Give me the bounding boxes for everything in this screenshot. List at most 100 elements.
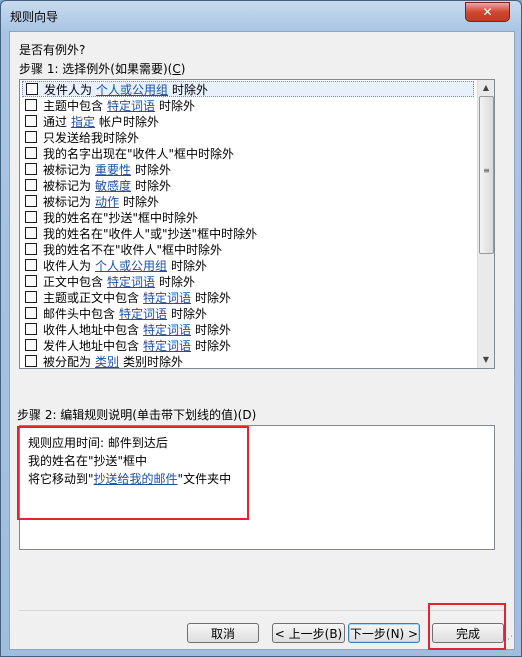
exception-text-suffix: 时除外 [172, 82, 209, 97]
exception-text: 被分配为 [43, 354, 92, 369]
exception-item[interactable]: 被分配为 类别 类别时除外 [22, 353, 474, 369]
exception-link[interactable]: 特定词语 [107, 97, 155, 114]
exception-item[interactable]: 收件人地址中包含 特定词语 时除外 [22, 321, 474, 337]
exception-checkbox[interactable] [25, 243, 37, 255]
exception-checkbox[interactable] [25, 179, 37, 191]
exception-link[interactable]: 个人或公用组 [96, 81, 168, 98]
exception-link[interactable]: 指定 [71, 113, 95, 130]
exception-checkbox[interactable] [25, 131, 37, 143]
exception-text: 被标记为 [43, 162, 92, 177]
exception-link[interactable]: 敏感度 [95, 177, 131, 194]
exception-item[interactable]: 被标记为 重要性 时除外 [22, 161, 474, 177]
description-line: 我的姓名在"抄送"框中 [28, 454, 148, 468]
exception-text: 正文中包含 [43, 274, 104, 289]
exception-text-suffix: 类别时除外 [123, 354, 184, 369]
window-title: 规则向导 [10, 10, 59, 24]
scroll-down-icon[interactable]: ▼ [478, 352, 494, 368]
dialog-body: 是否有例外? 步骤 1: 选择例外(如果需要)(C) 发件人为 个人或公用组 时除外… [9, 31, 515, 650]
exception-text-suffix: 时除外 [171, 306, 208, 321]
exception-text-suffix: 帐户时除外 [99, 114, 160, 129]
exception-link[interactable]: 特定词语 [143, 321, 191, 338]
exception-text-suffix: 时除外 [159, 274, 196, 289]
rule-description-box: 规则应用时间: 邮件到达后 我的姓名在"抄送"框中 将它移动到"抄送给我的邮件"… [19, 425, 495, 550]
scroll-thumb[interactable]: ≡ [479, 96, 494, 254]
back-button[interactable]: < 上一步(B) [272, 623, 345, 643]
exception-checkbox[interactable] [25, 211, 37, 223]
exception-item[interactable]: 发件人为 个人或公用组 时除外 [22, 81, 474, 97]
exception-item[interactable]: 我的名字出现在"收件人"框中时除外 [22, 145, 474, 161]
exception-text: 主题或正文中包含 [43, 290, 140, 305]
exception-checkbox[interactable] [25, 259, 37, 271]
exception-item[interactable]: 邮件头中包含 特定词语 时除外 [22, 305, 474, 321]
exception-item[interactable]: 主题中包含 特定词语 时除外 [22, 97, 474, 113]
exception-checkbox[interactable] [25, 339, 37, 351]
question-heading: 是否有例外? [19, 43, 86, 57]
exception-checkbox[interactable] [25, 307, 37, 319]
exception-link[interactable]: 个人或公用组 [95, 257, 167, 274]
scroll-up-icon[interactable]: ▲ [478, 80, 494, 96]
rules-wizard-window: 规则向导 ✕ 是否有例外? 步骤 1: 选择例外(如果需要)(C) 发件人为 个人… [0, 0, 522, 657]
exception-text-suffix: 时除外 [195, 322, 232, 337]
exception-checkbox[interactable] [25, 275, 37, 287]
exception-checkbox[interactable] [25, 99, 37, 111]
exception-text: 被标记为 [43, 194, 92, 209]
step2-label: 步骤 2: 编辑规则说明(单击带下划线的值)(D) [17, 408, 257, 422]
folder-link[interactable]: 抄送给我的邮件 [94, 472, 178, 486]
exception-text: 我的名字出现在"收件人"框中时除外 [43, 146, 235, 161]
exception-item[interactable]: 被标记为 动作 时除外 [22, 193, 474, 209]
next-button[interactable]: 下一步(N) > [348, 623, 420, 643]
exception-item[interactable]: 被标记为 敏感度 时除外 [22, 177, 474, 193]
exception-link[interactable]: 特定词语 [143, 289, 191, 306]
exception-text-suffix: 时除外 [195, 338, 232, 353]
exception-item[interactable]: 只发送给我时除外 [22, 129, 474, 145]
exception-item[interactable]: 通过 指定 帐户时除外 [22, 113, 474, 129]
exception-text: 主题中包含 [43, 98, 104, 113]
cancel-button[interactable]: 取消 [187, 623, 259, 643]
exception-link[interactable]: 特定词语 [143, 337, 191, 354]
exception-text: 收件人为 [43, 258, 92, 273]
exception-link[interactable]: 特定词语 [107, 273, 155, 290]
exception-text-suffix: 时除外 [135, 178, 172, 193]
exception-item[interactable]: 主题或正文中包含 特定词语 时除外 [22, 289, 474, 305]
exception-checkbox[interactable] [26, 83, 38, 95]
exception-item[interactable]: 正文中包含 特定词语 时除外 [22, 273, 474, 289]
exception-item[interactable]: 收件人为 个人或公用组 时除外 [22, 257, 474, 273]
finish-button[interactable]: 完成 [432, 623, 504, 643]
exception-text: 发件人地址中包含 [43, 338, 140, 353]
list-scrollbar[interactable]: ▲ ≡ ▼ [477, 80, 494, 368]
exception-text: 被标记为 [43, 178, 92, 193]
exception-text-suffix: 时除外 [123, 194, 160, 209]
exception-text: 发件人为 [44, 82, 93, 97]
grip-icon: ≡ [483, 166, 490, 175]
exception-item[interactable]: 我的姓名在"抄送"框中时除外 [22, 209, 474, 225]
resize-grip-icon[interactable]: ⋰ [504, 636, 513, 645]
exception-item[interactable]: 发件人地址中包含 特定词语 时除外 [22, 337, 474, 353]
description-line: 规则应用时间: 邮件到达后 [28, 436, 168, 450]
exception-item[interactable]: 我的姓名在"收件人"或"抄送"框中时除外 [22, 225, 474, 241]
exception-checkbox[interactable] [25, 323, 37, 335]
exception-text: 我的姓名在"收件人"或"抄送"框中时除外 [43, 226, 258, 241]
exception-checkbox[interactable] [25, 355, 37, 367]
close-button[interactable]: ✕ [465, 2, 510, 22]
exceptions-list[interactable]: 发件人为 个人或公用组 时除外 主题中包含 特定词语 时除外 通过 指定 帐户时除外 只发送给我时… [19, 79, 495, 369]
exception-link[interactable]: 动作 [95, 193, 119, 210]
exception-link[interactable]: 重要性 [95, 161, 131, 178]
exception-checkbox[interactable] [25, 227, 37, 239]
exception-item[interactable]: 我的姓名不在"收件人"框中时除外 [22, 241, 474, 257]
exception-checkbox[interactable] [25, 291, 37, 303]
exception-text-suffix: 时除外 [195, 290, 232, 305]
title-bar[interactable]: 规则向导 ✕ [1, 1, 521, 31]
exception-link[interactable]: 特定词语 [119, 305, 167, 322]
exception-checkbox[interactable] [25, 115, 37, 127]
exception-text-suffix: 时除外 [171, 258, 208, 273]
exception-checkbox[interactable] [25, 163, 37, 175]
exception-text: 收件人地址中包含 [43, 322, 140, 337]
exception-text: 邮件头中包含 [43, 306, 116, 321]
exception-text: 我的姓名在"抄送"框中时除外 [43, 210, 199, 225]
exception-text: 我的姓名不在"收件人"框中时除外 [43, 242, 223, 257]
exception-checkbox[interactable] [25, 195, 37, 207]
exception-link[interactable]: 类别 [95, 353, 119, 369]
exception-text-suffix: 时除外 [135, 162, 172, 177]
description-line: 将它移动到"抄送给我的邮件"文件夹中 [28, 472, 232, 486]
exception-checkbox[interactable] [25, 147, 37, 159]
